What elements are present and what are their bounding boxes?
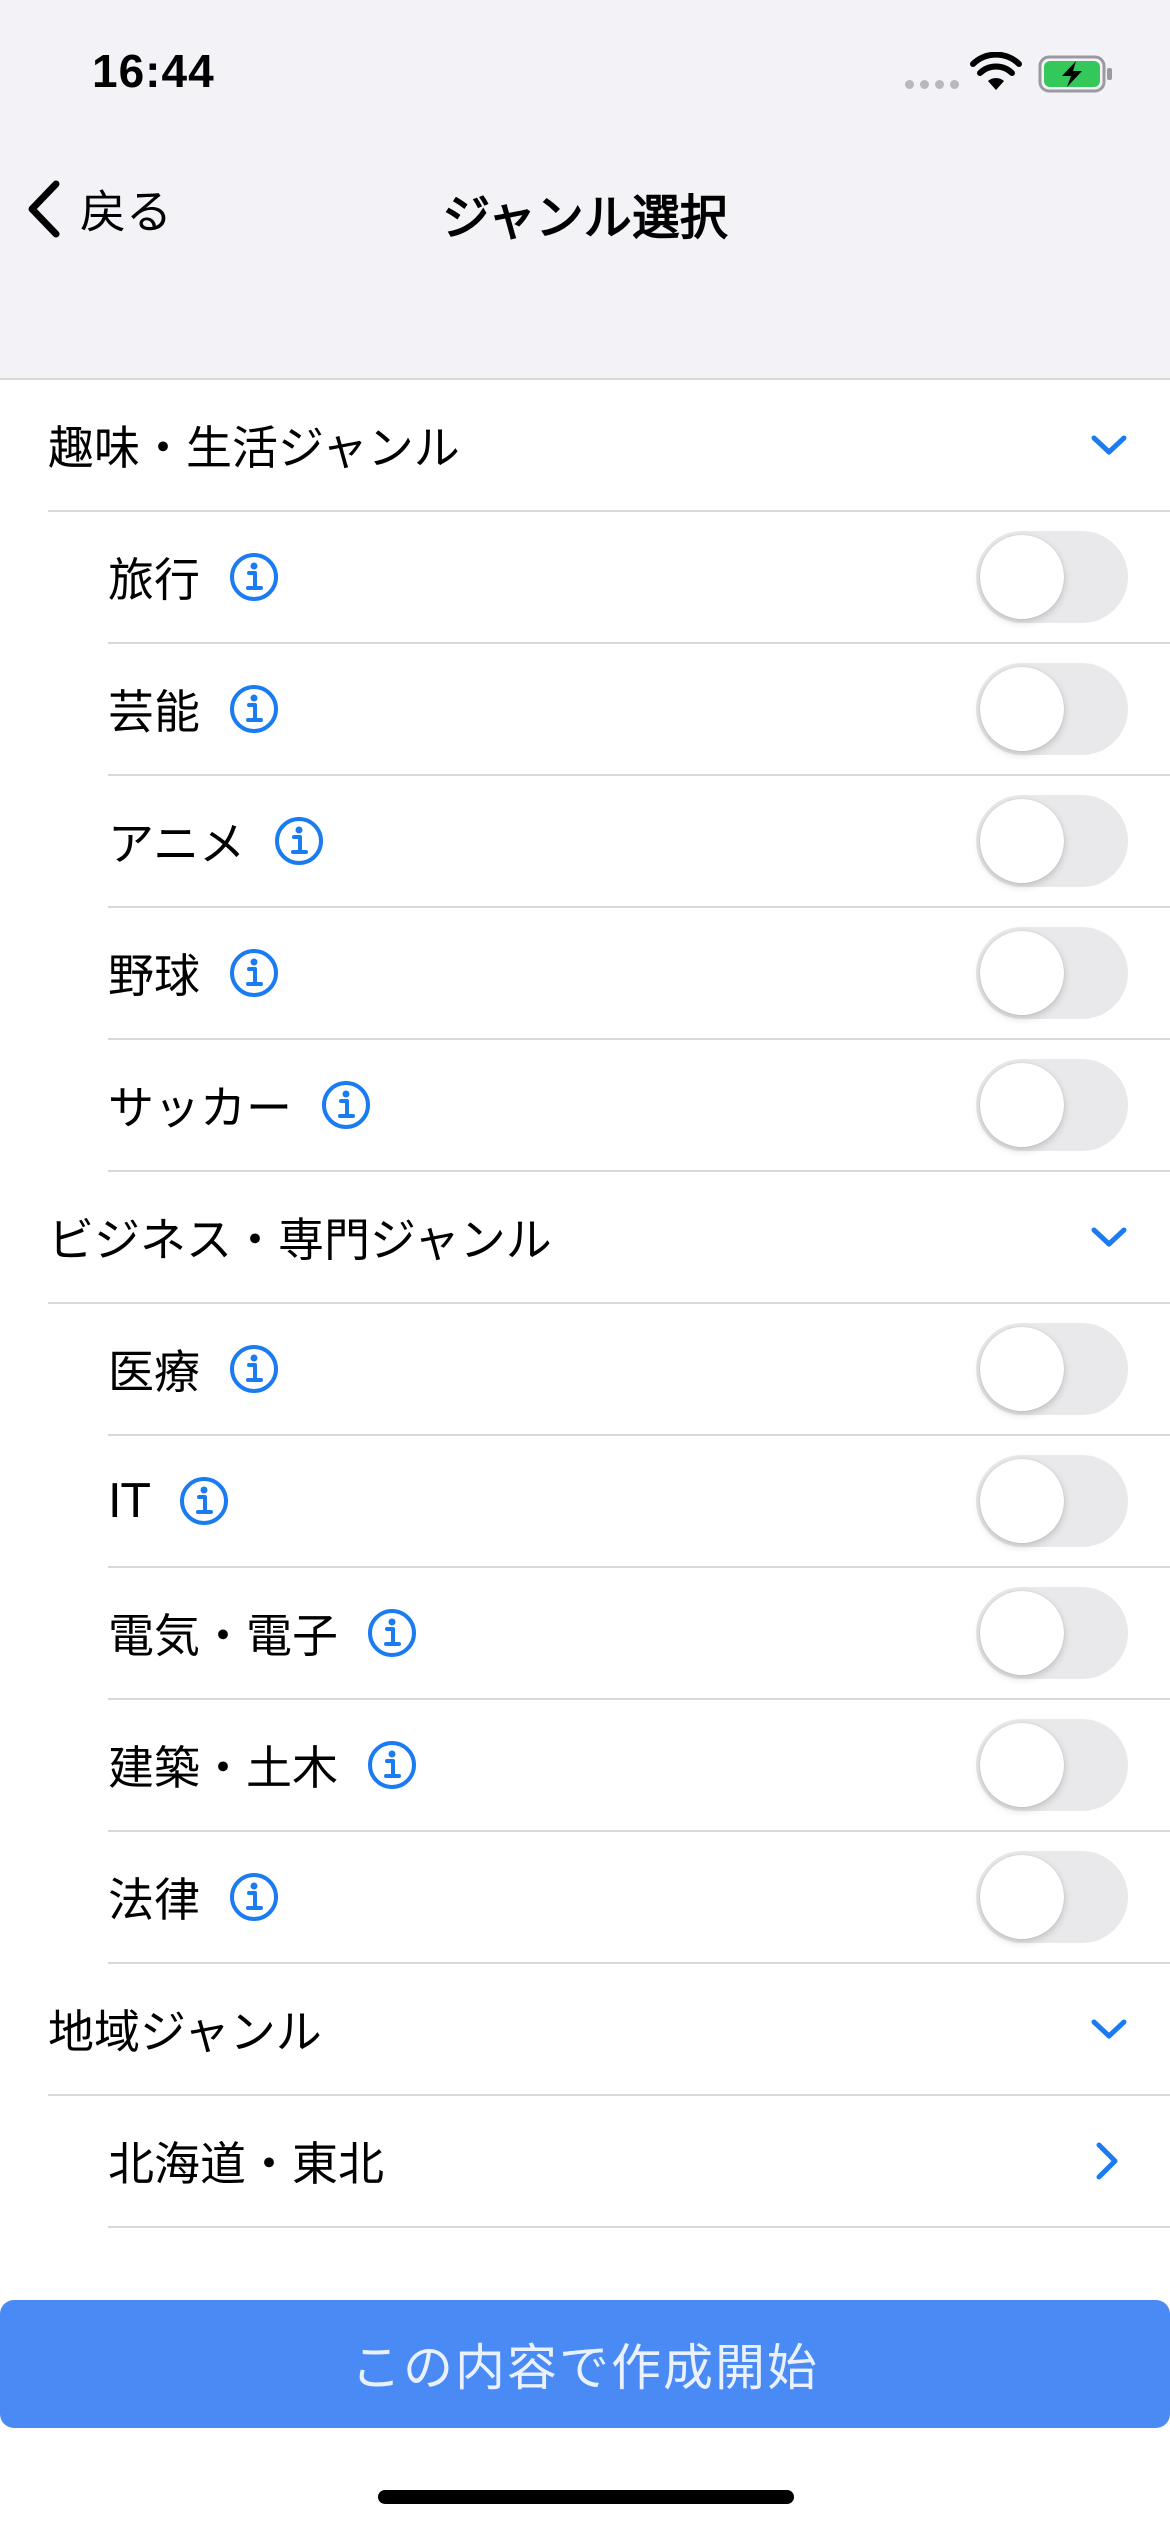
- genre-list: 趣味・生活ジャンル 旅行 芸能 アニメ 野球 サッカー ビジネス・専門ジャンル: [0, 380, 1170, 2358]
- list-item: サッカー: [108, 1040, 1170, 1172]
- info-icon[interactable]: [273, 815, 325, 867]
- chevron-down-icon: [1091, 1227, 1127, 1247]
- info-icon[interactable]: [228, 1343, 280, 1395]
- signal-icon: [905, 80, 959, 89]
- genre-toggle[interactable]: [976, 1719, 1128, 1811]
- toggle-knob: [980, 1591, 1064, 1675]
- wifi-icon: [970, 52, 1022, 90]
- list-item: 医療: [108, 1304, 1170, 1436]
- genre-label: アニメ: [108, 817, 246, 871]
- genre-toggle[interactable]: [976, 795, 1128, 887]
- genre-toggle[interactable]: [976, 1851, 1128, 1943]
- section-header-business[interactable]: ビジネス・専門ジャンル: [48, 1172, 1170, 1304]
- region-label: 北海道・東北: [108, 2137, 384, 2191]
- info-icon[interactable]: [320, 1079, 372, 1131]
- list-item: IT: [108, 1436, 1170, 1568]
- battery-charging-icon: [1038, 55, 1112, 93]
- chevron-right-icon: [1096, 2142, 1118, 2180]
- page-title: ジャンル選択: [442, 190, 728, 246]
- section-header-region[interactable]: 地域ジャンル: [48, 1964, 1170, 2096]
- create-start-button[interactable]: この内容で作成開始: [0, 2300, 1170, 2428]
- status-bar: 16:44: [0, 0, 1170, 150]
- genre-label: 電気・電子: [108, 1609, 338, 1663]
- chevron-down-icon: [1091, 435, 1127, 455]
- toggle-knob: [980, 1327, 1064, 1411]
- home-indicator: [378, 2490, 794, 2504]
- genre-label: 野球: [108, 949, 200, 1003]
- toggle-knob: [980, 1723, 1064, 1807]
- toggle-knob: [980, 667, 1064, 751]
- info-icon[interactable]: [366, 1739, 418, 1791]
- genre-label: 旅行: [108, 553, 200, 607]
- list-item: 芸能: [108, 644, 1170, 776]
- toggle-knob: [980, 799, 1064, 883]
- section-header-hobby[interactable]: 趣味・生活ジャンル: [48, 380, 1170, 512]
- list-item: 電気・電子: [108, 1568, 1170, 1700]
- info-icon[interactable]: [228, 1871, 280, 1923]
- section-title: 趣味・生活ジャンル: [48, 421, 460, 475]
- info-icon[interactable]: [366, 1607, 418, 1659]
- genre-toggle[interactable]: [976, 531, 1128, 623]
- list-item: 法律: [108, 1832, 1170, 1964]
- toggle-knob: [980, 1855, 1064, 1939]
- info-icon[interactable]: [228, 683, 280, 735]
- toggle-knob: [980, 1459, 1064, 1543]
- genre-toggle[interactable]: [976, 1587, 1128, 1679]
- genre-label: 芸能: [108, 685, 200, 739]
- toggle-knob: [980, 1063, 1064, 1147]
- chevron-down-icon: [1091, 2019, 1127, 2039]
- genre-label: サッカー: [108, 1081, 292, 1135]
- list-item: アニメ: [108, 776, 1170, 908]
- toggle-knob: [980, 931, 1064, 1015]
- genre-toggle[interactable]: [976, 927, 1128, 1019]
- info-icon[interactable]: [228, 551, 280, 603]
- genre-toggle[interactable]: [976, 1059, 1128, 1151]
- region-item[interactable]: 北海道・東北: [108, 2096, 1170, 2228]
- list-item: 野球: [108, 908, 1170, 1040]
- genre-toggle[interactable]: [976, 1323, 1128, 1415]
- bottom-safe-area: [0, 2428, 1170, 2532]
- genre-toggle[interactable]: [976, 663, 1128, 755]
- list-item: 建築・土木: [108, 1700, 1170, 1832]
- genre-label: 建築・土木: [108, 1741, 338, 1795]
- section-title: ビジネス・専門ジャンル: [48, 1213, 552, 1267]
- genre-label: IT: [108, 1474, 150, 1528]
- genre-label: 医療: [108, 1345, 200, 1399]
- genre-toggle[interactable]: [976, 1455, 1128, 1547]
- nav-bar: 戻る ジャンル選択: [0, 150, 1170, 380]
- list-item: 旅行: [108, 512, 1170, 644]
- info-icon[interactable]: [178, 1475, 230, 1527]
- info-icon[interactable]: [228, 947, 280, 999]
- toggle-knob: [980, 535, 1064, 619]
- section-title: 地域ジャンル: [48, 2005, 322, 2059]
- status-time: 16:44: [92, 45, 215, 97]
- genre-label: 法律: [108, 1873, 200, 1927]
